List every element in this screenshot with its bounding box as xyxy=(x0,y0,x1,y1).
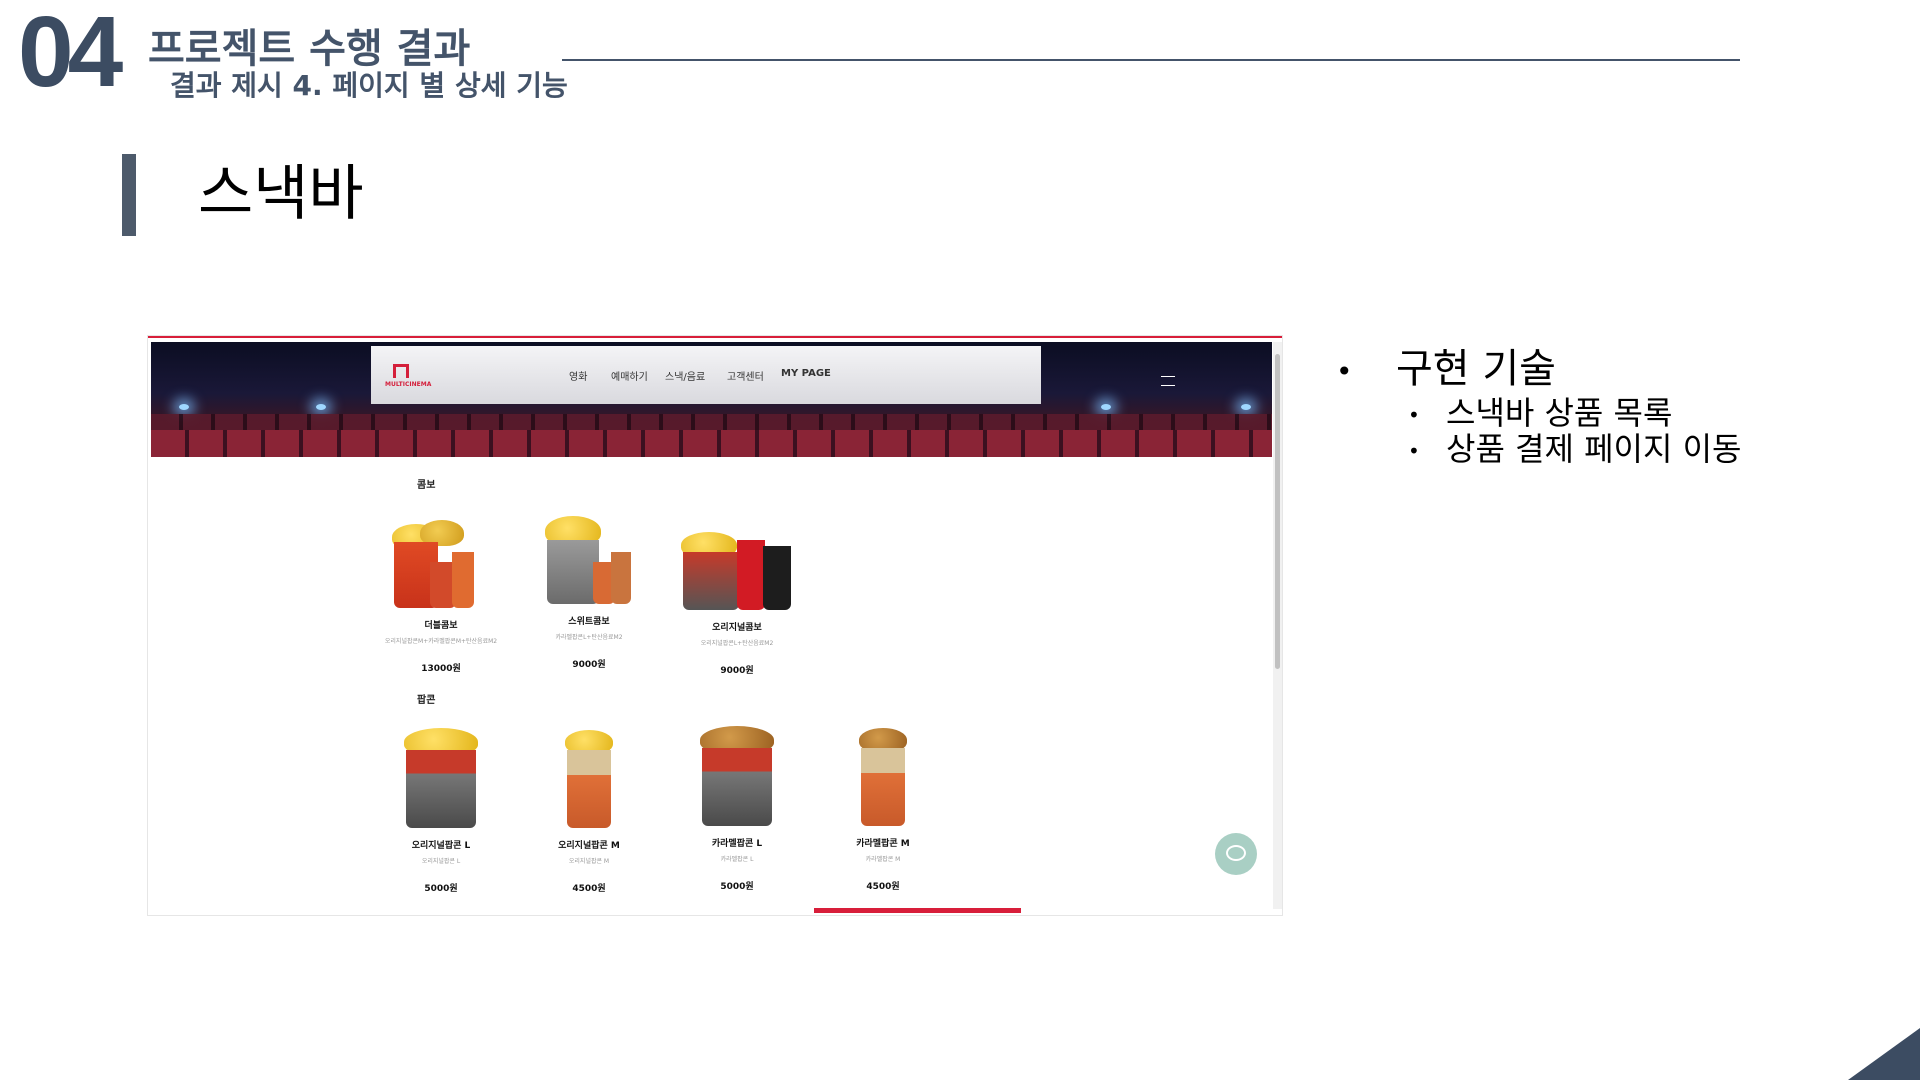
product-card[interactable]: 카라멜팝콘 L 카라멜팝콘 L 5000원 xyxy=(672,726,802,892)
logo-text[interactable]: MULTICINEMA xyxy=(385,381,431,388)
scrollbar[interactable] xyxy=(1273,342,1282,909)
product-image xyxy=(539,504,639,604)
header-divider xyxy=(562,59,1740,61)
product-image xyxy=(386,508,496,608)
stage-light xyxy=(1241,404,1251,410)
product-price: 9000원 xyxy=(720,666,754,676)
product-name: 오리지널콤보 xyxy=(712,623,762,633)
product-desc: 카라멜팝콘 L xyxy=(720,856,754,863)
product-name: 카라멜팝콘 L xyxy=(711,839,763,849)
product-image xyxy=(396,728,486,828)
product-price: 9000원 xyxy=(572,660,606,670)
bullet-sub: • 상품 결제 페이지 이동 xyxy=(1408,424,1741,470)
nav-item-mypage[interactable]: MY PAGE xyxy=(781,368,831,379)
product-name: 스위트콤보 xyxy=(568,617,610,627)
logo-icon[interactable] xyxy=(393,364,409,378)
product-name: 카라멜팝콘 M xyxy=(856,839,910,849)
product-image xyxy=(853,726,913,826)
cinema-banner: MULTICINEMA 영화 예매하기 스낵/음료 고객센터 MY PAGE xyxy=(151,342,1272,457)
product-price: 13000원 xyxy=(421,664,461,674)
product-price: 4500원 xyxy=(866,882,900,892)
scrollbar-thumb[interactable] xyxy=(1275,354,1280,669)
menu-icon[interactable] xyxy=(1161,376,1175,386)
nav-item-booking[interactable]: 예매하기 xyxy=(611,368,648,383)
bullet-main-label: 구현 기술 xyxy=(1396,346,1556,392)
product-image xyxy=(677,510,797,610)
category-combo: 콤보 xyxy=(417,480,436,491)
product-image xyxy=(559,728,619,828)
page-title: 스낵바 xyxy=(198,159,364,229)
product-desc: 카라멜팝콘L+탄산음료M2 xyxy=(555,634,623,641)
product-card[interactable]: 더블콤보 오리지널팝콘M+카라멜팝콘M+탄산음료M2 13000원 xyxy=(376,508,506,674)
product-desc: 오리지널팝콘 M xyxy=(568,858,610,865)
corner-decoration xyxy=(1848,1028,1920,1080)
header-subtitle: 결과 제시 4. 페이지 별 상세 기능 xyxy=(170,69,568,102)
bullet-sub-label: 상품 결제 페이지 이동 xyxy=(1446,430,1742,468)
product-desc: 오리지널팝콘L+탄산음료M2 xyxy=(700,640,774,647)
title-accent-bar xyxy=(122,154,136,236)
nav-item-movie[interactable]: 영화 xyxy=(569,368,587,383)
product-name: 오리지널팝콘 L xyxy=(411,841,471,851)
bullet-dot-icon: • xyxy=(1408,439,1420,463)
section-number: 04 xyxy=(18,0,123,108)
product-name: 오리지널팝콘 M xyxy=(558,841,620,851)
seat-row xyxy=(151,430,1272,457)
category-popcorn: 팝콘 xyxy=(417,695,436,706)
stage-light xyxy=(179,404,189,410)
product-desc: 카라멜팝콘 M xyxy=(865,856,901,863)
nav-item-snack[interactable]: 스낵/음료 xyxy=(665,368,705,383)
website-screenshot: MULTICINEMA 영화 예매하기 스낵/음료 고객센터 MY PAGE 콤… xyxy=(148,336,1282,915)
product-card[interactable]: 카라멜팝콘 M 카라멜팝콘 M 4500원 xyxy=(818,726,948,892)
product-price: 5000원 xyxy=(720,882,754,892)
product-image xyxy=(692,726,782,826)
chat-icon xyxy=(1226,845,1246,861)
bullet-main: • 구현 기술 xyxy=(1336,336,1556,394)
product-price: 4500원 xyxy=(572,884,606,894)
product-desc: 오리지널팝콘 L xyxy=(421,858,461,865)
product-card[interactable]: 스위트콤보 카라멜팝콘L+탄산음료M2 9000원 xyxy=(524,504,654,670)
bullet-dot-icon: • xyxy=(1336,354,1353,388)
product-card[interactable]: 오리지널콤보 오리지널팝콘L+탄산음료M2 9000원 xyxy=(672,510,802,676)
product-name: 더블콤보 xyxy=(424,621,458,631)
product-desc: 오리지널팝콘M+카라멜팝콘M+탄산음료M2 xyxy=(384,638,498,645)
nav-bar: MULTICINEMA 영화 예매하기 스낵/음료 고객센터 MY PAGE xyxy=(371,346,1175,404)
chat-button[interactable] xyxy=(1215,833,1257,875)
product-card[interactable]: 오리지널팝콘 L 오리지널팝콘 L 5000원 xyxy=(376,728,506,894)
product-card[interactable]: 오리지널팝콘 M 오리지널팝콘 M 4500원 xyxy=(524,728,654,894)
product-price: 5000원 xyxy=(424,884,458,894)
stage-light xyxy=(1101,404,1111,410)
bottom-action-bar[interactable] xyxy=(814,908,1021,913)
stage-light xyxy=(316,404,326,410)
nav-item-support[interactable]: 고객센터 xyxy=(727,368,764,383)
